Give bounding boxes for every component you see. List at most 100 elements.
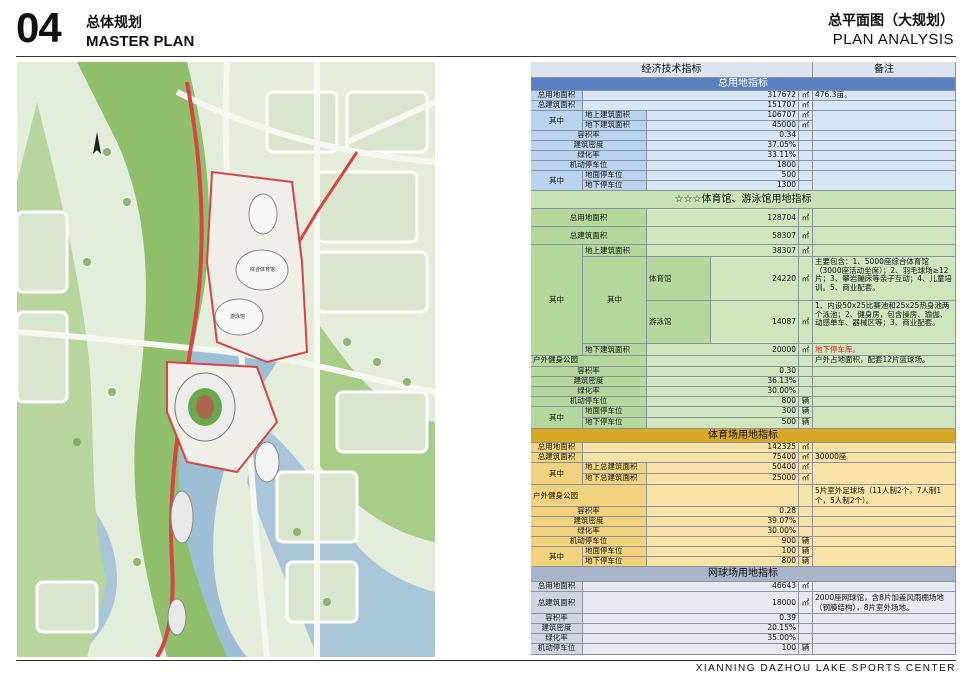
row-unit: ㎡	[799, 582, 813, 592]
row-note	[813, 463, 956, 485]
row-note	[813, 644, 956, 655]
row-unit: ㎡	[799, 344, 813, 356]
section-4-title: 网球场用地指标	[531, 567, 956, 582]
row-label: 建筑密度	[531, 517, 647, 527]
row-sub-label: 地面停车位	[583, 407, 647, 418]
row-unit	[799, 151, 813, 161]
row-label: 机动停车位	[531, 397, 647, 407]
row-unit: 辆	[799, 644, 813, 655]
row-unit	[799, 161, 813, 171]
section-3-title: 体育场用地指标	[531, 429, 956, 443]
row-note	[813, 634, 956, 644]
row-label: 建筑密度	[531, 377, 647, 387]
row-note: 主要包含：1、5000座综合体育馆（3000座活动坐席）；2、羽毛球场≥12片；…	[813, 257, 956, 301]
table-row: 总建筑面积 58307 ㎡	[531, 227, 956, 245]
row-label: 容积率	[531, 131, 647, 141]
row-value: 45000	[647, 121, 799, 131]
page-title-en: PLAN ANALYSIS	[832, 31, 954, 48]
table-row: 总建筑面积 75400 ㎡ 30000座	[531, 453, 956, 463]
table-row: 建筑密度 37.05%	[531, 141, 956, 151]
row-value: 100	[647, 547, 799, 557]
row-note	[813, 141, 956, 151]
row-label: 户外健身公园	[531, 485, 647, 507]
table-row: 总用地面积 142325 ㎡	[531, 443, 956, 453]
row-unit	[799, 624, 813, 634]
row-label: 总建筑面积	[531, 453, 583, 463]
row-note	[813, 161, 956, 171]
row-value: 50400	[647, 463, 799, 474]
table-row: 容积率 0.30	[531, 367, 956, 377]
economic-indicators-table: 经济技术指标 备注 总用地指标 总用地面积 317672 ㎡ 476.3亩。 总…	[531, 62, 956, 657]
row-label: 机动停车位	[531, 644, 583, 655]
row-value: 0.34	[647, 131, 799, 141]
row-value: 106707	[647, 111, 799, 121]
table-row: 容积率 0.39	[531, 614, 956, 624]
table-row: 机动停车位 900 辆	[531, 537, 956, 547]
row-sub-label: 地上总建筑面积	[583, 463, 647, 474]
row-label: 总建筑面积	[531, 101, 583, 111]
row-sub-label: 地上建筑面积	[583, 245, 647, 257]
row-unit: 辆	[799, 407, 813, 418]
row-note	[813, 517, 956, 527]
row-note: 5片室外足球场（11人制2个，7人制1个，5人制2个）。	[813, 485, 956, 507]
row-group-label: 其中	[531, 463, 583, 485]
row-value: 75400	[583, 453, 799, 463]
row-note	[813, 527, 956, 537]
header-divider	[16, 56, 956, 57]
arena-label: 综合体育馆	[250, 267, 276, 273]
table-row-group: 其中 地上建筑面积 38307 ㎡ 其中 体育馆 24220 ㎡ 游泳馆 140…	[531, 245, 956, 356]
natatorium-label: 游泳馆	[230, 314, 246, 320]
row-unit	[799, 141, 813, 151]
row-value: 25000	[647, 474, 799, 485]
table-row: 建筑密度 36.13%	[531, 377, 956, 387]
row-note	[813, 582, 956, 592]
row-unit: ㎡	[799, 245, 813, 257]
row-label: 建筑密度	[531, 141, 647, 151]
row-unit: 辆	[799, 547, 813, 557]
row-note	[813, 397, 956, 407]
row-unit: ㎡	[799, 111, 813, 121]
row-value: 0.28	[647, 507, 799, 517]
row-value: 39.07%	[647, 517, 799, 527]
row-label: 总用地面积	[531, 209, 647, 227]
row-unit: 辆	[799, 537, 813, 547]
row-value	[647, 485, 799, 507]
row-note	[813, 131, 956, 141]
row-sub-label: 地下停车位	[583, 181, 647, 191]
master-plan-map: 综合体育馆 游泳馆	[17, 62, 435, 657]
section-title-row: 总用地指标	[531, 78, 956, 91]
table-row: 建筑密度 39.07%	[531, 517, 956, 527]
row-label: 总用地面积	[531, 582, 583, 592]
row-value: 100	[583, 644, 799, 655]
row-unit: ㎡	[799, 121, 813, 131]
row-unit	[799, 356, 813, 367]
row-label: 建筑密度	[531, 624, 583, 634]
row-unit	[799, 634, 813, 644]
row-value: 38307	[647, 245, 799, 257]
row-group-label: 其中	[531, 245, 583, 356]
row-note	[813, 151, 956, 161]
header-notes: 备注	[813, 62, 956, 78]
row-sub-label: 地下建筑面积	[583, 121, 647, 131]
table-row: 户外健身公园 5片室外足球场（11人制2个，7人制1个，5人制2个）。	[531, 485, 956, 507]
row-value: 35.00%	[583, 634, 799, 644]
row-unit: ㎡	[799, 453, 813, 463]
table-row: 户外健身公园 户外占地面积，配套12片篮球场。	[531, 356, 956, 367]
table-row: 容积率 0.28	[531, 507, 956, 517]
row-label: 容积率	[531, 507, 647, 517]
table-row-group: 其中 地面停车位 100 辆 地下停车位 800 辆	[531, 547, 956, 567]
section-number: 04	[16, 4, 62, 51]
row-unit: 辆	[799, 397, 813, 407]
row-unit	[799, 527, 813, 537]
row-note	[813, 367, 956, 377]
table-row: 总建筑面积 151707 ㎡	[531, 101, 956, 111]
row-group-label: 其中	[531, 111, 583, 131]
row-note	[813, 624, 956, 634]
row-sub-label: 地上建筑面积	[583, 111, 647, 121]
row-unit	[799, 377, 813, 387]
row-unit: ㎡	[799, 91, 813, 101]
row-value: 500	[647, 171, 799, 181]
row-value: 0.30	[647, 367, 799, 377]
row-value	[647, 356, 799, 367]
row-label: 总建筑面积	[531, 227, 647, 245]
